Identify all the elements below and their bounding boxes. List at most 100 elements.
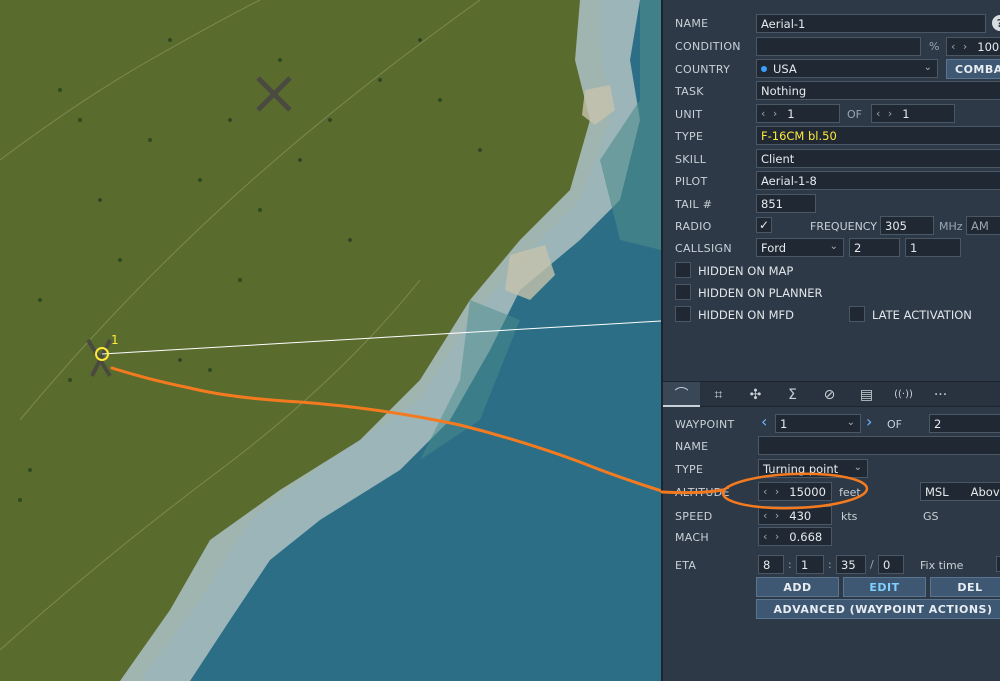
wp-name-label: NAME bbox=[675, 440, 709, 453]
prev-waypoint-icon[interactable]: ‹ bbox=[761, 412, 767, 431]
stepper-arrows-icon[interactable]: ‹ › bbox=[951, 40, 969, 53]
altitude-ref2: Above bbox=[970, 484, 1000, 499]
stepper-arrows-icon[interactable]: ‹ › bbox=[761, 107, 779, 120]
advanced-waypoint-actions-button[interactable]: ADVANCED (WAYPOINT ACTIONS) bbox=[756, 599, 1000, 619]
panel-tab-bar: ⌒ ⌗ ✣ Σ ⊘ ▤ ((·)) ··· bbox=[663, 381, 1000, 407]
tab-route[interactable]: ⌒ bbox=[663, 382, 700, 407]
group-name-input[interactable]: Aerial-1 bbox=[756, 14, 986, 33]
wp-type-label: TYPE bbox=[675, 463, 704, 476]
tab-radio[interactable]: ((·)) bbox=[885, 382, 922, 407]
hidden-mfd-checkbox[interactable] bbox=[675, 306, 691, 322]
next-waypoint-icon[interactable]: › bbox=[866, 412, 872, 431]
eta-minute-input[interactable]: 35 bbox=[836, 555, 866, 574]
task-label: TASK bbox=[675, 85, 704, 98]
chevron-down-icon: ⌄ bbox=[853, 462, 862, 473]
condition-stepper[interactable]: ‹ › 100 bbox=[946, 37, 1000, 56]
unit-total-stepper[interactable]: ‹ › 1 bbox=[871, 104, 955, 123]
country-select[interactable]: USA ⌄ bbox=[756, 59, 938, 78]
add-waypoint-button[interactable]: ADD bbox=[756, 577, 839, 597]
condition-unit: % bbox=[929, 40, 940, 53]
skill-select[interactable]: Client bbox=[756, 149, 1000, 168]
stepper-arrows-icon[interactable]: ‹ › bbox=[763, 530, 781, 543]
country-value: USA bbox=[773, 61, 797, 76]
combat-button[interactable]: COMBAT bbox=[946, 59, 1000, 79]
edit-waypoint-button[interactable]: EDIT bbox=[843, 577, 926, 597]
tab-payload[interactable]: ✣ bbox=[737, 382, 774, 407]
callsign-label: CALLSIGN bbox=[675, 242, 732, 255]
frequency-input[interactable]: 305 bbox=[880, 216, 934, 235]
chevron-down-icon: ⌄ bbox=[846, 417, 855, 428]
waypoint-number: 1 bbox=[780, 416, 788, 431]
unit-stepper[interactable]: ‹ › 1 bbox=[756, 104, 840, 123]
altitude-value: 15000 bbox=[789, 484, 826, 499]
target-icon: ⌗ bbox=[714, 386, 723, 403]
frequency-label: FREQUENCY bbox=[810, 220, 878, 233]
help-button[interactable]: ? bbox=[992, 15, 1000, 31]
tab-fuel[interactable]: ▤ bbox=[848, 382, 885, 407]
condition-input[interactable] bbox=[756, 37, 921, 56]
speed-unit: kts bbox=[841, 510, 858, 523]
more-icon: ··· bbox=[933, 386, 948, 403]
eta-hour-input[interactable]: 1 bbox=[796, 555, 824, 574]
tab-summary[interactable]: Σ bbox=[774, 382, 811, 407]
wp-type-value: Turning point bbox=[763, 461, 839, 476]
tab-more[interactable]: ··· bbox=[922, 382, 959, 407]
tail-number-input[interactable]: 851 bbox=[756, 194, 816, 213]
eta-second-input[interactable]: 0 bbox=[878, 555, 904, 574]
eta-label: ETA bbox=[675, 559, 697, 572]
waypoint-number-label: 1 bbox=[111, 333, 119, 347]
callsign-number-2[interactable]: 1 bbox=[905, 238, 961, 257]
waypoint-select[interactable]: 1 ⌄ bbox=[775, 414, 861, 433]
unit-total: 1 bbox=[902, 106, 910, 121]
skill-label: SKILL bbox=[675, 153, 707, 166]
pilot-label: PILOT bbox=[675, 175, 708, 188]
task-select[interactable]: Nothing bbox=[756, 81, 1000, 100]
unit-label: UNIT bbox=[675, 108, 703, 121]
tab-targets[interactable]: ⌗ bbox=[700, 382, 737, 407]
unit-of-label: OF bbox=[847, 108, 862, 121]
stepper-arrows-icon[interactable]: ‹ › bbox=[763, 485, 781, 498]
speed-label: SPEED bbox=[675, 510, 713, 523]
hidden-map-checkbox[interactable] bbox=[675, 262, 691, 278]
mission-map[interactable]: 1 bbox=[0, 0, 661, 681]
fuel-icon: ▤ bbox=[859, 386, 874, 403]
modulation-select[interactable]: AM bbox=[966, 216, 1000, 235]
waypoint-total: 2 bbox=[929, 414, 1000, 433]
altitude-ref: MSL bbox=[925, 484, 949, 499]
route-icon: ⌒ bbox=[674, 386, 689, 403]
pilot-input[interactable]: Aerial-1-8 bbox=[756, 171, 1000, 190]
speed-value: 430 bbox=[789, 508, 812, 523]
altitude-reference-select[interactable]: MSL Above bbox=[920, 482, 1000, 501]
speed-stepper[interactable]: ‹ › 430 bbox=[758, 506, 832, 525]
radio-checkbox[interactable]: ✓ bbox=[756, 217, 772, 233]
callsign-select[interactable]: Ford ⌄ bbox=[756, 238, 844, 257]
mach-stepper[interactable]: ‹ › 0.668 bbox=[758, 527, 832, 546]
radio-label: RADIO bbox=[675, 220, 712, 233]
country-label: COUNTRY bbox=[675, 63, 731, 76]
tab-failures[interactable]: ⊘ bbox=[811, 382, 848, 407]
wp-type-select[interactable]: Turning point ⌄ bbox=[758, 459, 868, 478]
stepper-arrows-icon[interactable]: ‹ › bbox=[763, 509, 781, 522]
mach-label: MACH bbox=[675, 531, 709, 544]
radio-icon: ((·)) bbox=[894, 389, 913, 400]
hidden-planner-checkbox[interactable] bbox=[675, 284, 691, 300]
frequency-unit: MHz bbox=[939, 220, 963, 233]
eta-day-input[interactable]: 8 bbox=[758, 555, 784, 574]
fix-time-checkbox[interactable] bbox=[996, 556, 1000, 572]
callsign-number-1[interactable]: 2 bbox=[849, 238, 900, 257]
stepper-arrows-icon[interactable]: ‹ › bbox=[876, 107, 894, 120]
aircraft-type-select[interactable]: F-16CM bl.50 bbox=[756, 126, 1000, 145]
summary-icon: Σ bbox=[788, 386, 797, 403]
tail-label: TAIL # bbox=[675, 198, 713, 211]
altitude-unit: feet bbox=[839, 486, 861, 499]
hidden-map-label: HIDDEN ON MAP bbox=[698, 264, 794, 278]
altitude-stepper[interactable]: ‹ › 15000 bbox=[758, 482, 832, 501]
wp-name-input[interactable] bbox=[758, 436, 1000, 455]
speed-reference[interactable]: GS bbox=[923, 510, 939, 523]
map-terrain bbox=[0, 0, 661, 681]
late-activation-checkbox[interactable] bbox=[849, 306, 865, 322]
callsign-value: Ford bbox=[761, 240, 787, 255]
late-activation-label: LATE ACTIVATION bbox=[872, 308, 972, 322]
waypoint-of-label: OF bbox=[887, 418, 902, 431]
delete-waypoint-button[interactable]: DEL bbox=[930, 577, 1000, 597]
